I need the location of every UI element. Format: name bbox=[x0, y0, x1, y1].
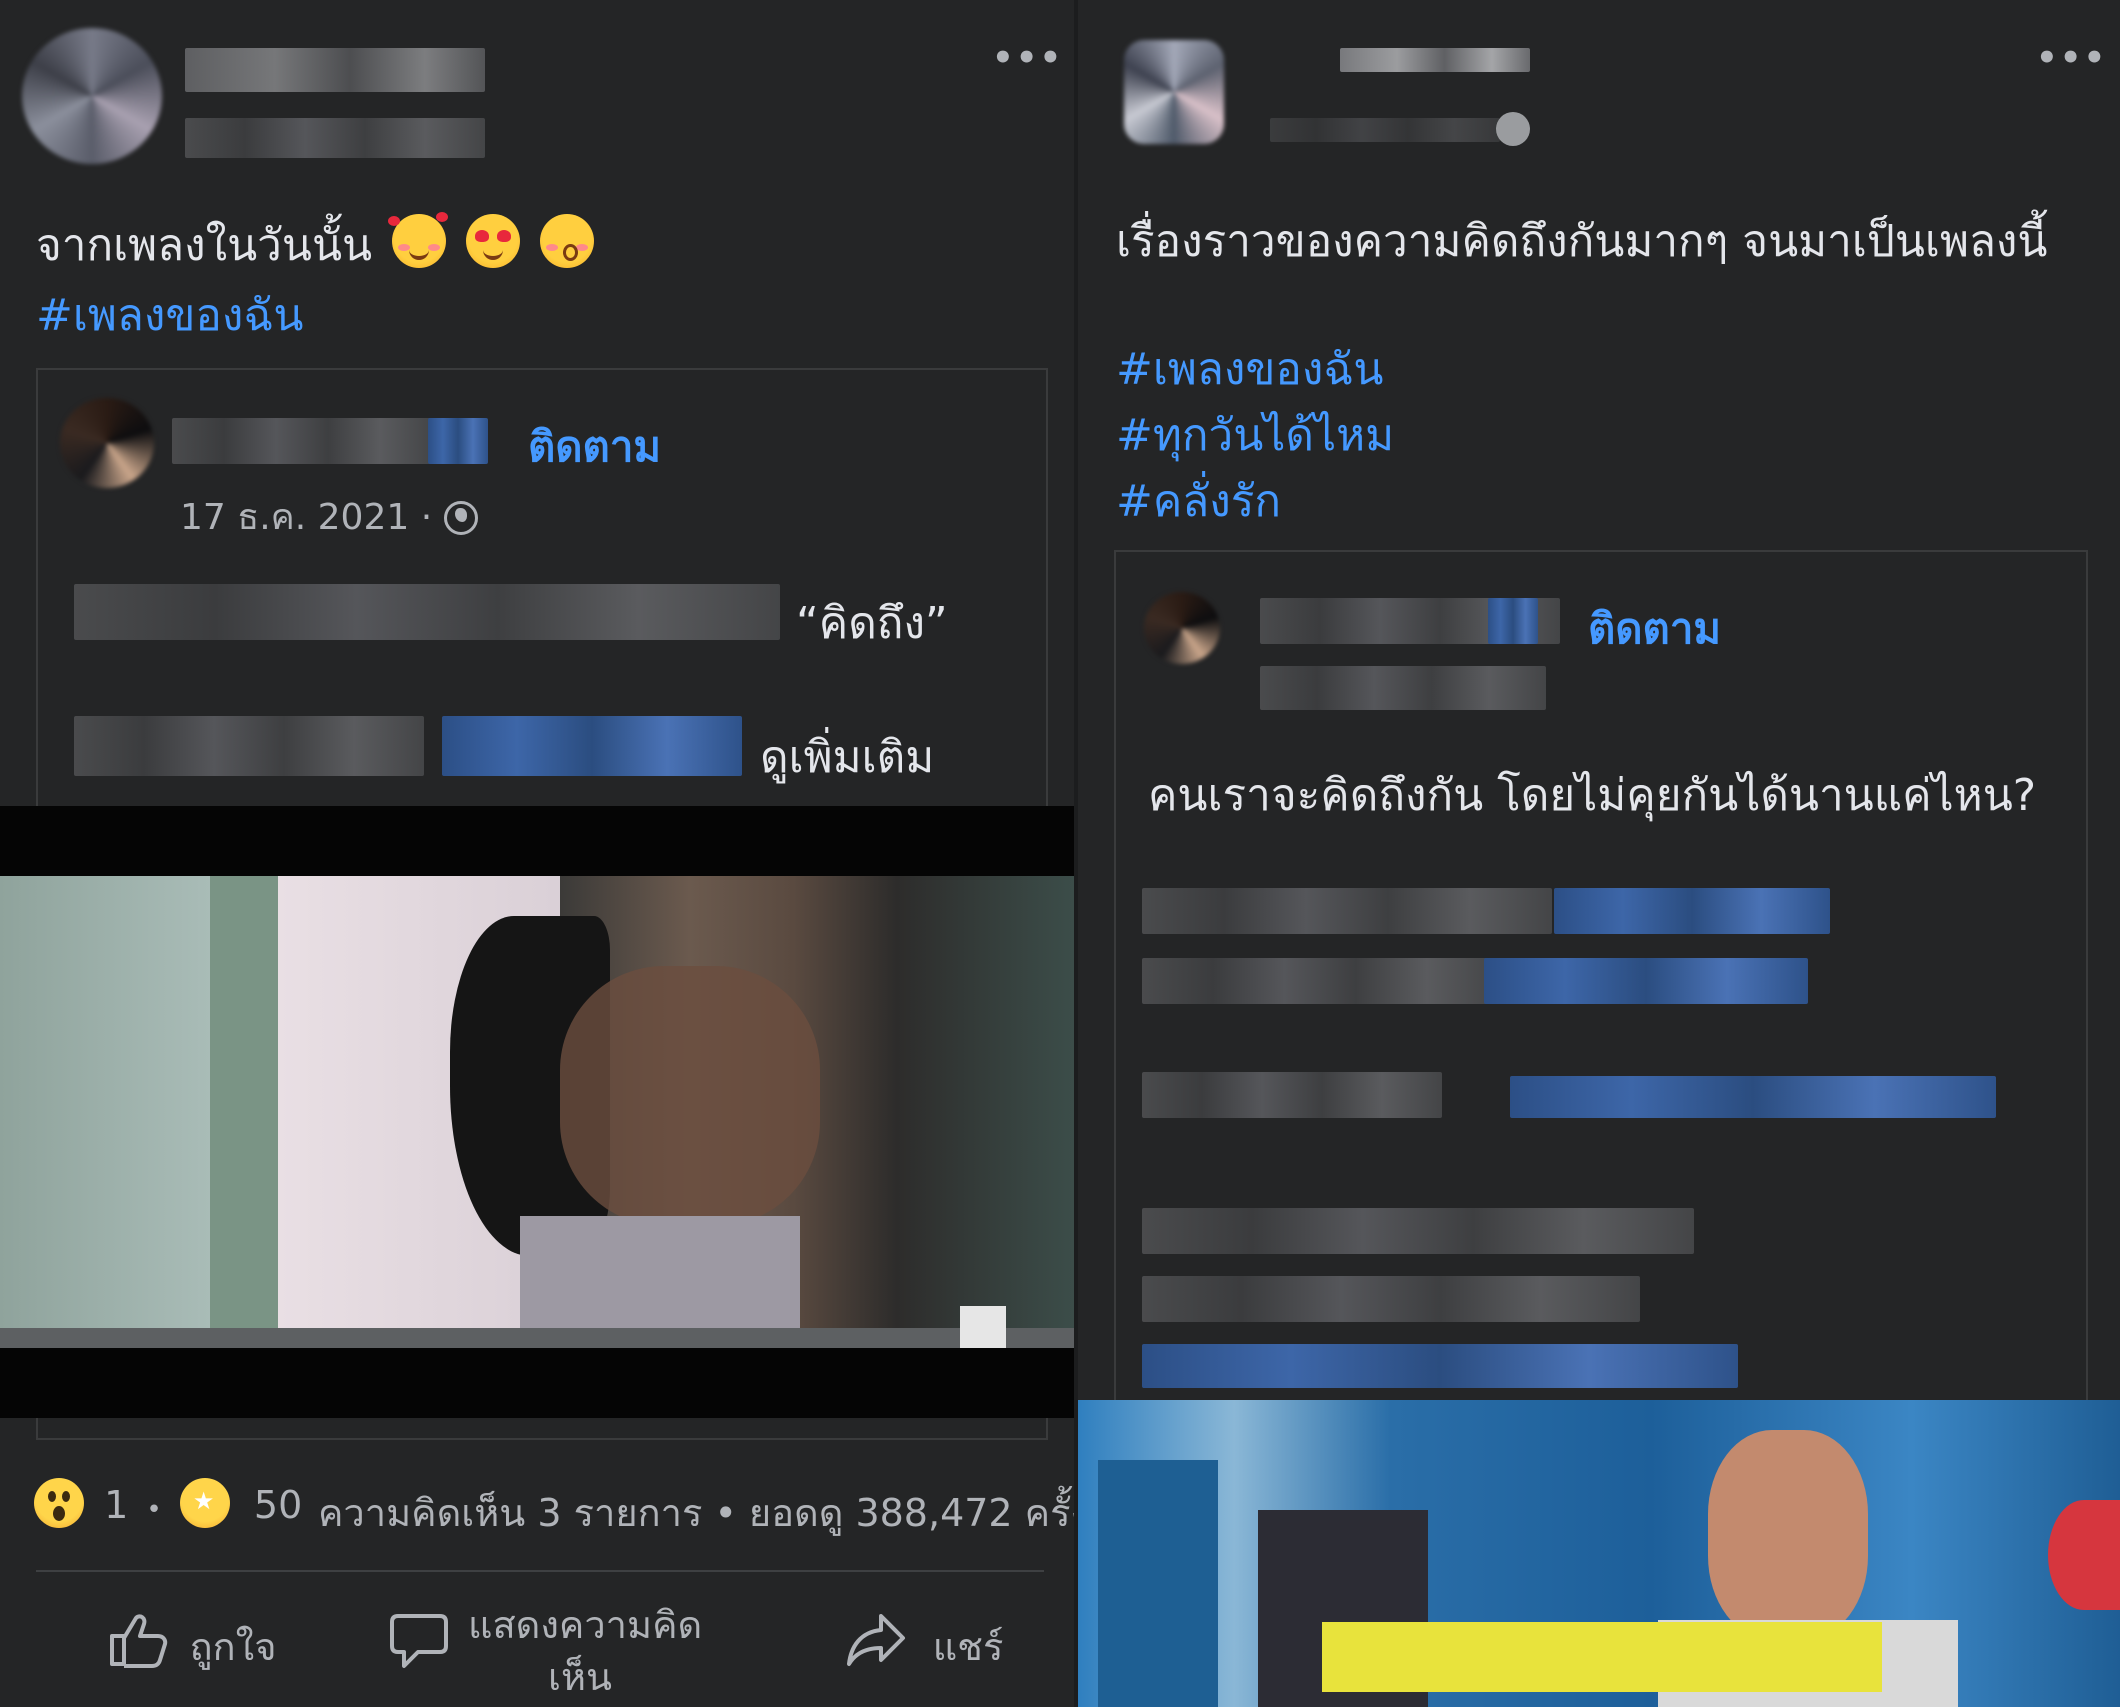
shared-quote: “คิดถึง” bbox=[796, 598, 948, 649]
right-post-panel: ••• เรื่องราวของความคิดถึงกันมากๆ จนมาเป… bbox=[1078, 0, 2120, 1707]
comment-label-line2: เห็น bbox=[548, 1655, 613, 1699]
post-caption: จากเพลงในวันนั้น bbox=[36, 210, 595, 280]
shared-text-blurred bbox=[1142, 1208, 1694, 1254]
shared-text-blurred bbox=[1142, 888, 1552, 934]
shared-post-date: 17 ธ.ค. 2021 · bbox=[180, 488, 478, 545]
wow-reaction-icon bbox=[34, 1478, 84, 1528]
author-name-blurred[interactable] bbox=[1340, 48, 1530, 72]
globe-icon bbox=[1496, 112, 1530, 146]
post-caption: เรื่องราวของความคิดถึงกันมากๆ จนมาเป็นเพ… bbox=[1116, 216, 2048, 267]
shared-text-blurred bbox=[74, 716, 424, 776]
shared-link-blurred[interactable] bbox=[442, 716, 742, 776]
shared-link-blurred[interactable] bbox=[1142, 1344, 1738, 1388]
share-button[interactable]: แชร์ bbox=[824, 1612, 1024, 1677]
share-label: แชร์ bbox=[932, 1625, 1004, 1669]
shared-text-blurred bbox=[1142, 1276, 1640, 1322]
like-button[interactable]: ถูกใจ bbox=[92, 1612, 292, 1677]
care-reaction-icon: ★ bbox=[179, 1478, 230, 1528]
shared-question: คนเราจะคิดถึงกัน โดยไม่คุยกันได้นานแค่ไห… bbox=[1148, 770, 2037, 821]
more-options-icon[interactable]: ••• bbox=[2036, 38, 2107, 78]
reactions-summary[interactable]: 1 • ★ 50 bbox=[34, 1478, 302, 1528]
follow-button[interactable]: ติดตาม bbox=[528, 414, 661, 480]
hashtag-link[interactable]: #เพลงของฉัน bbox=[36, 280, 303, 350]
shared-author-name-blurred-end[interactable] bbox=[1488, 598, 1538, 644]
shared-link-blurred[interactable] bbox=[1484, 958, 1808, 1004]
shared-link-blurred[interactable] bbox=[1510, 1076, 1996, 1118]
avatar[interactable] bbox=[1124, 40, 1224, 144]
video-thumbnail[interactable] bbox=[1078, 1400, 2120, 1707]
caption-text: จากเพลงในวันนั้น bbox=[36, 220, 373, 271]
shared-text-blurred bbox=[1142, 958, 1498, 1004]
shared-text-blurred bbox=[1142, 1072, 1442, 1118]
heart-eyes-icon bbox=[466, 214, 521, 268]
shared-author-name-blurred[interactable] bbox=[172, 418, 432, 464]
care-count: 50 bbox=[253, 1483, 303, 1527]
see-more-link[interactable]: ดูเพิ่มเติม bbox=[760, 722, 934, 792]
author-name-blurred[interactable] bbox=[185, 48, 485, 92]
shared-link-blurred[interactable] bbox=[1554, 888, 1830, 934]
wow-count: 1 bbox=[104, 1483, 129, 1527]
shared-author-avatar[interactable] bbox=[60, 398, 154, 488]
comment-bubble-icon bbox=[388, 1612, 450, 1679]
share-arrow-icon bbox=[845, 1612, 907, 1677]
hashtag-link-1[interactable]: #เพลงของฉัน bbox=[1116, 334, 1383, 404]
hashtag-link-3[interactable]: #คลั่งรัก bbox=[1116, 466, 1281, 536]
more-options-icon[interactable]: ••• bbox=[992, 38, 1063, 78]
post-time-blurred bbox=[1270, 118, 1500, 142]
shared-author-name-blurred-end[interactable] bbox=[428, 418, 488, 464]
video-thumbnail[interactable] bbox=[0, 876, 1078, 1348]
globe-icon bbox=[443, 501, 478, 535]
post-time-blurred bbox=[185, 118, 485, 158]
reaction-separator: • bbox=[146, 1495, 162, 1525]
avatar[interactable] bbox=[22, 28, 162, 164]
shared-text-blurred bbox=[74, 584, 780, 640]
comments-views-summary[interactable]: ความคิดเห็น 3 รายการ • ยอดดู 388,472 ครั… bbox=[318, 1482, 1078, 1543]
actions-divider bbox=[36, 1570, 1044, 1572]
like-label: ถูกใจ bbox=[189, 1625, 277, 1669]
shared-post-date-blurred bbox=[1260, 666, 1546, 710]
thumbs-up-icon bbox=[108, 1612, 170, 1677]
hashtag-link-2[interactable]: #ทุกวันได้ไหม bbox=[1116, 400, 1394, 470]
follow-button[interactable]: ติดตาม bbox=[1588, 596, 1721, 662]
comment-button[interactable]: แสดงความคิด เห็น bbox=[388, 1594, 718, 1699]
shared-author-avatar[interactable] bbox=[1144, 592, 1220, 664]
kissing-face-icon bbox=[540, 214, 595, 268]
left-post-panel: ••• จากเพลงในวันนั้น #เพลงของฉัน ติดตาม … bbox=[0, 0, 1078, 1707]
smiling-face-with-hearts-icon bbox=[388, 212, 449, 268]
